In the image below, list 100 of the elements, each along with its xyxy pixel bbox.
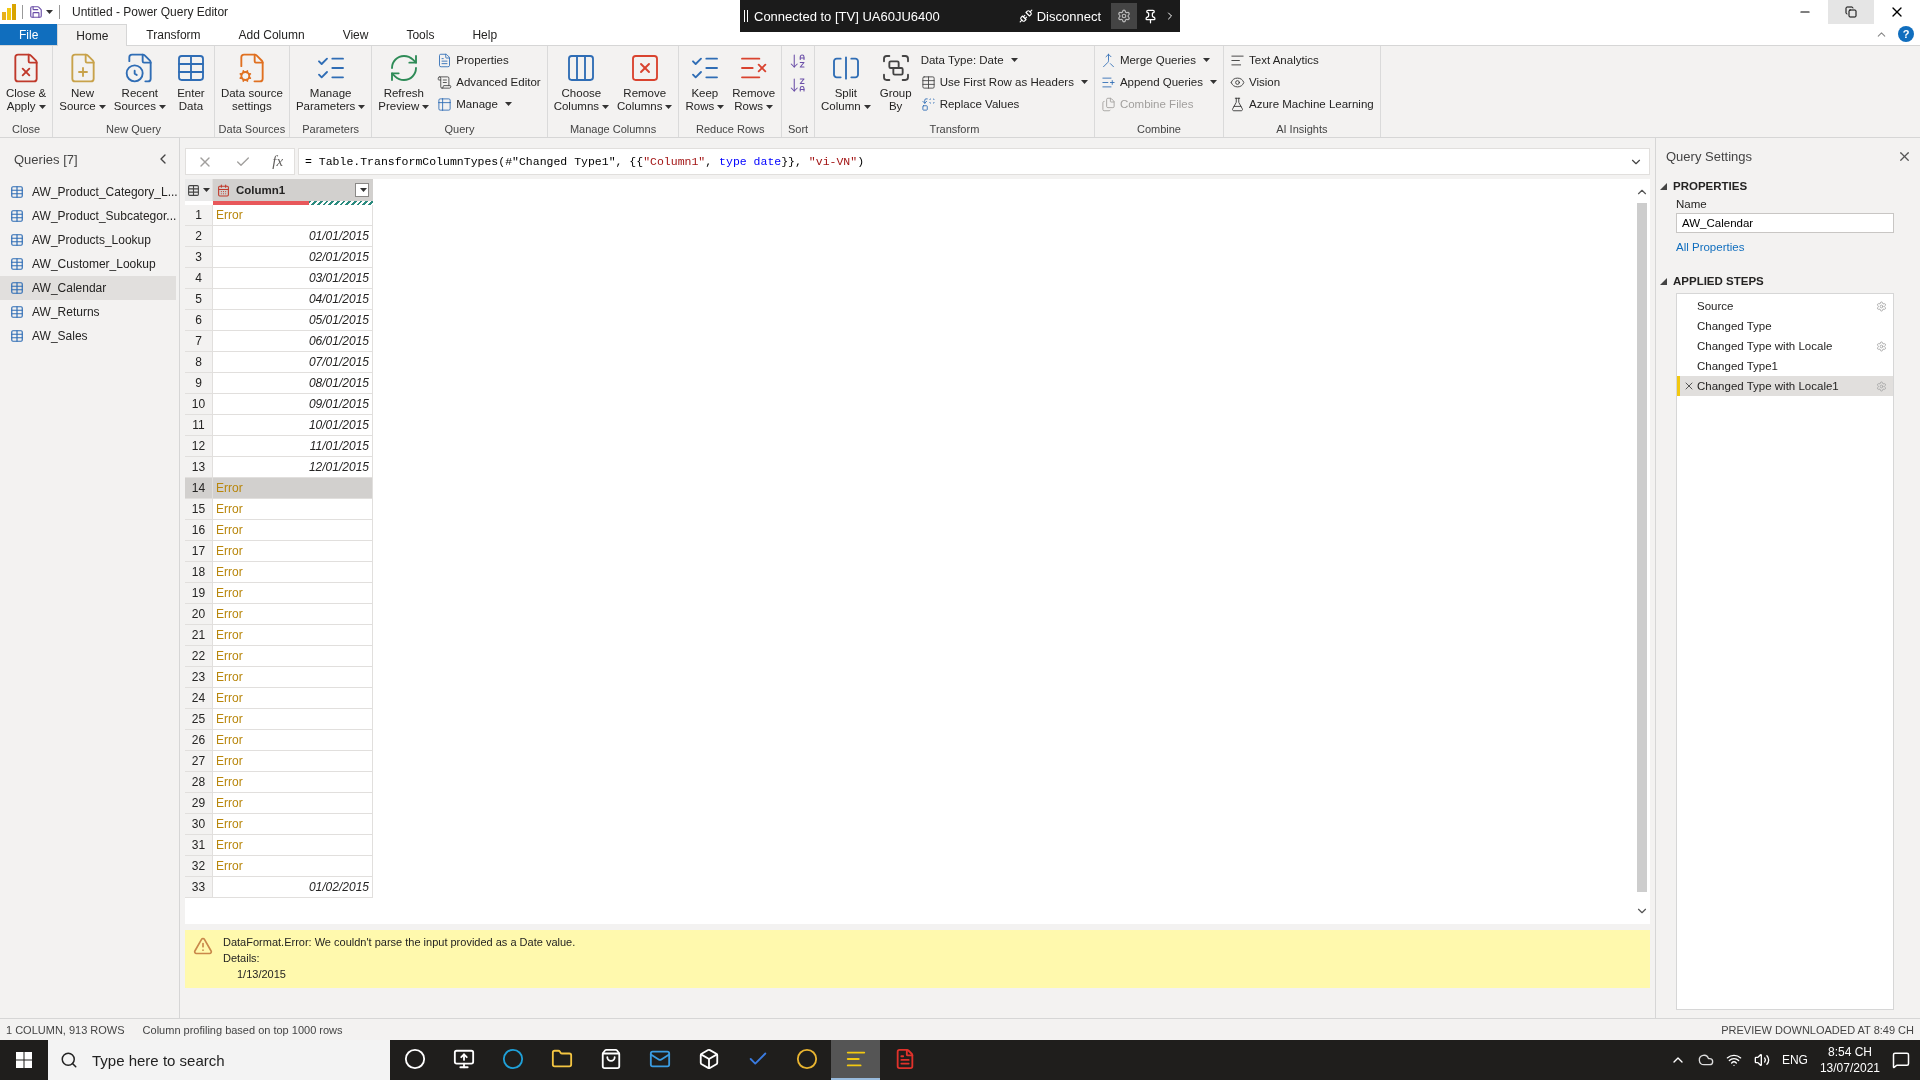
table-cell[interactable]: 12/01/2015 [213,457,373,478]
query-item[interactable]: AW_Product_Subcategor... [0,204,176,228]
ribbon-tab[interactable]: Home [57,24,128,46]
ribbon-button[interactable]: Text Analytics [1227,50,1377,70]
table-cell[interactable]: 06/01/2015 [213,331,373,352]
cloud-icon [1697,1052,1714,1068]
query-item[interactable]: AW_Returns [0,300,176,324]
caret-icon [360,188,367,192]
ribbon-button[interactable]: Enter Data [170,50,211,115]
applied-step[interactable]: Changed Type1 [1677,356,1893,376]
ribbon-tab[interactable]: Add Column [219,23,324,45]
language-indicator[interactable]: ENG [1781,1053,1808,1067]
row-number: 21 [185,625,213,646]
group-label: Transform [929,122,980,137]
restore-button[interactable] [1828,0,1874,24]
ribbon-button[interactable]: Refresh Preview [375,50,433,115]
search-icon [60,1051,78,1069]
group-label: Query [444,122,475,137]
all-properties-link[interactable]: All Properties [1676,241,1912,253]
table-cell[interactable]: 11/01/2015 [213,436,373,457]
row-number: 22 [185,646,213,667]
table-icon [10,209,24,223]
ribbon-button[interactable]: Group By [875,50,916,115]
row-number: 3 [185,247,213,268]
ribbon-button[interactable]: Advanced Editor [434,72,544,92]
applied-step[interactable]: Changed Type with Locale1 [1677,376,1893,396]
table-cell[interactable]: 05/01/2015 [213,310,373,331]
query-item[interactable]: AW_Sales [0,324,176,348]
row-number: 14 [185,478,213,499]
table-cell[interactable]: 03/01/2015 [213,268,373,289]
table-cell[interactable]: 01/02/2015 [213,877,373,898]
file-tab[interactable]: File [0,23,58,45]
ribbon-button[interactable]: Close & Apply [3,50,50,115]
disconnect-button[interactable]: Disconnect [1014,8,1105,24]
list-plus-icon [1100,74,1116,90]
table-cell[interactable]: 01/01/2015 [213,226,373,247]
group-label: Manage Columns [569,122,657,137]
applied-step[interactable]: Changed Type [1677,316,1893,336]
row-number: 31 [185,835,213,856]
applied-step[interactable]: Changed Type with Locale [1677,336,1893,356]
search-field[interactable]: Type here to search [48,1040,390,1080]
ribbon-button[interactable]: Manage Parameters [292,50,369,115]
table-cell[interactable]: 02/01/2015 [213,247,373,268]
table-cell[interactable]: 09/01/2015 [213,394,373,415]
table-menu-button[interactable] [185,179,213,201]
table-cell[interactable]: 04/01/2015 [213,289,373,310]
sort-descending-button[interactable] [789,76,808,94]
help-button[interactable]: ? [1898,26,1914,42]
ribbon-tab[interactable]: Transform [127,23,220,45]
ribbon-button[interactable]: Merge Queries [1097,50,1220,70]
query-item[interactable]: AW_Calendar [0,276,176,300]
applied-step[interactable]: Source [1677,296,1893,316]
ribbon-button[interactable]: Properties [434,50,544,70]
ribbon-button[interactable]: Data source settings [217,50,286,115]
row-number: 5 [185,289,213,310]
settings-button[interactable] [1111,3,1137,29]
formula-field[interactable]: = Table.TransformColumnTypes(#"Changed Type1", {{"Column1", type date}}, "vi-VN") [298,148,1650,175]
ribbon-tab[interactable]: View [323,23,388,45]
query-item[interactable]: AW_Customer_Lookup [0,252,176,276]
ribbon-button[interactable]: Manage [434,94,544,114]
section-heading: PROPERTIES [1673,180,1748,192]
restore-icon [1845,6,1857,18]
clock-date: 13/07/2021 [1819,1060,1880,1076]
ribbon-button[interactable]: Append Queries [1097,72,1220,92]
query-item[interactable]: AW_Product_Category_L... [0,180,176,204]
ribbon-button[interactable]: Azure Machine Learning [1227,94,1377,114]
ribbon-button[interactable]: Data Type: Date [917,50,1091,70]
ribbon-button[interactable]: Split Column [818,50,874,115]
row-number: 23 [185,667,213,688]
ribbon-button[interactable]: New Source [56,50,109,115]
name-field[interactable]: AW_Calendar [1676,213,1894,233]
merge-icon [1100,52,1116,68]
save-icon [29,5,43,19]
table-cell[interactable]: 10/01/2015 [213,415,373,436]
sort-ascending-button[interactable] [789,52,808,70]
table-cell[interactable]: 08/01/2015 [213,373,373,394]
query-item[interactable]: AW_Products_Lookup [0,228,176,252]
row-number: 25 [185,709,213,730]
sort-descending-icon [789,76,808,94]
sort-ascending-icon [789,52,808,70]
row-number: 10 [185,394,213,415]
column-header[interactable]: Column1 [213,179,373,201]
ribbon-button[interactable]: Keep Rows [682,50,728,115]
ribbon-button[interactable]: Vision [1227,72,1377,92]
caret-icon [98,104,106,109]
windows-logo-icon [16,1052,32,1068]
table-cell[interactable]: 07/01/2015 [213,352,373,373]
ribbon-button[interactable]: Recent Sources [110,50,169,115]
ribbon-button[interactable]: Replace Values [917,94,1091,114]
caret-icon [504,102,512,106]
ribbon-tab[interactable]: Help [453,23,517,45]
ribbon-button[interactable]: Remove Rows [729,50,779,115]
row-number: 33 [185,877,213,898]
ribbon-button[interactable]: Remove Columns [614,50,676,115]
ribbon-button[interactable]: Choose Columns [550,50,613,115]
filter-dropdown-button[interactable] [355,183,369,197]
pin-button[interactable] [1143,8,1158,24]
table-icon [10,233,24,247]
ribbon-tab[interactable]: Tools [387,23,454,45]
ribbon-button[interactable]: Use First Row as Headers [917,72,1091,92]
